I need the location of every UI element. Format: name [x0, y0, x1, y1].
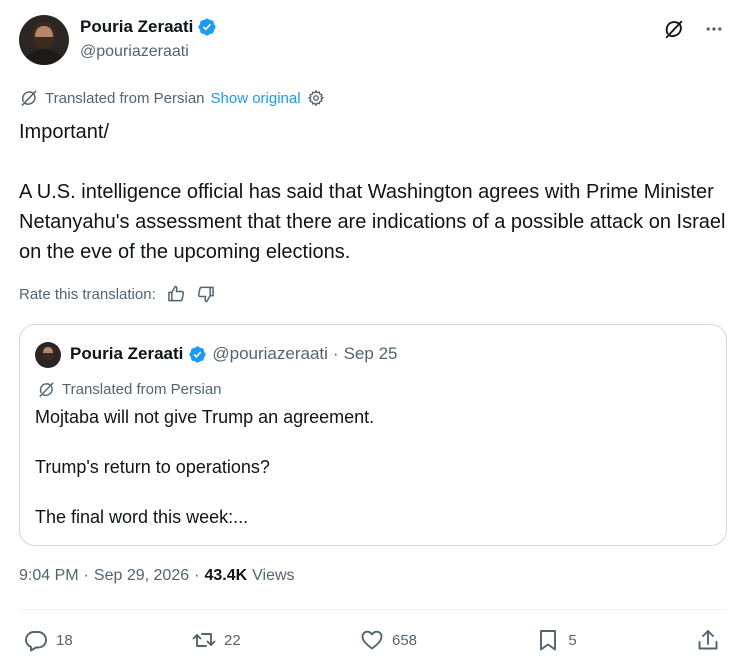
quoted-date[interactable]: Sep 25	[344, 344, 398, 364]
views-count: 43.4K	[204, 567, 248, 584]
quoted-author-avatar[interactable]	[35, 342, 61, 368]
thumbs-down-icon[interactable]	[196, 284, 216, 304]
verified-badge-icon	[189, 345, 206, 363]
heart-icon	[361, 630, 383, 650]
separator-dot: ·	[332, 344, 339, 363]
like-count: 658	[392, 631, 418, 649]
more-icon[interactable]	[702, 17, 726, 41]
translated-from-label: Translated from Persian	[45, 89, 205, 107]
repost-icon	[192, 633, 216, 647]
quoted-translated-label: Translated from Persian	[62, 381, 222, 398]
reply-count: 18	[56, 631, 73, 649]
repost-button[interactable]: 22	[192, 628, 241, 652]
divider	[19, 609, 727, 610]
reply-icon	[25, 631, 47, 652]
quoted-tweet-text: Mojtaba will not give Trump an agreement…	[35, 407, 375, 527]
translate-icon	[21, 90, 37, 106]
author-name[interactable]: Pouria Zeraati	[80, 17, 193, 37]
views-label: Views	[252, 567, 295, 584]
thumbs-up-icon[interactable]	[166, 284, 186, 304]
quoted-tweet-card[interactable]: Pouria Zeraati @pouriazeraati · Sep 25 T…	[19, 324, 727, 546]
verified-badge-icon	[198, 18, 216, 36]
bookmark-count: 5	[568, 631, 577, 649]
separator-dot: ·	[83, 567, 89, 584]
gear-icon[interactable]	[307, 89, 325, 107]
translate-icon	[39, 382, 54, 397]
tweet-date[interactable]: Sep 29, 2026	[94, 567, 189, 585]
author-handle[interactable]: @pouriazeraati	[80, 43, 189, 61]
separator-dot: ·	[194, 567, 200, 584]
show-original-link[interactable]: Show original	[211, 90, 301, 107]
tweet-text: Important/ A U.S. intelligence official …	[19, 121, 726, 263]
tweet-time[interactable]: 9:04 PM	[19, 567, 79, 585]
author-name-row[interactable]: Pouria Zeraati	[80, 17, 217, 37]
quoted-author-name[interactable]: Pouria Zeraati	[70, 344, 183, 364]
grok-icon[interactable]	[662, 17, 686, 41]
rate-translation-label: Rate this translation:	[19, 285, 156, 303]
like-button[interactable]: 658	[360, 628, 417, 652]
reply-button[interactable]: 18	[24, 628, 73, 652]
share-button[interactable]	[696, 628, 720, 652]
bookmark-button[interactable]: 5	[536, 628, 577, 652]
quoted-author-handle[interactable]: @pouriazeraati	[212, 344, 328, 364]
tweet-author-avatar[interactable]	[19, 15, 69, 65]
repost-count: 22	[224, 631, 241, 649]
share-icon	[698, 630, 718, 650]
bookmark-icon	[540, 630, 557, 651]
